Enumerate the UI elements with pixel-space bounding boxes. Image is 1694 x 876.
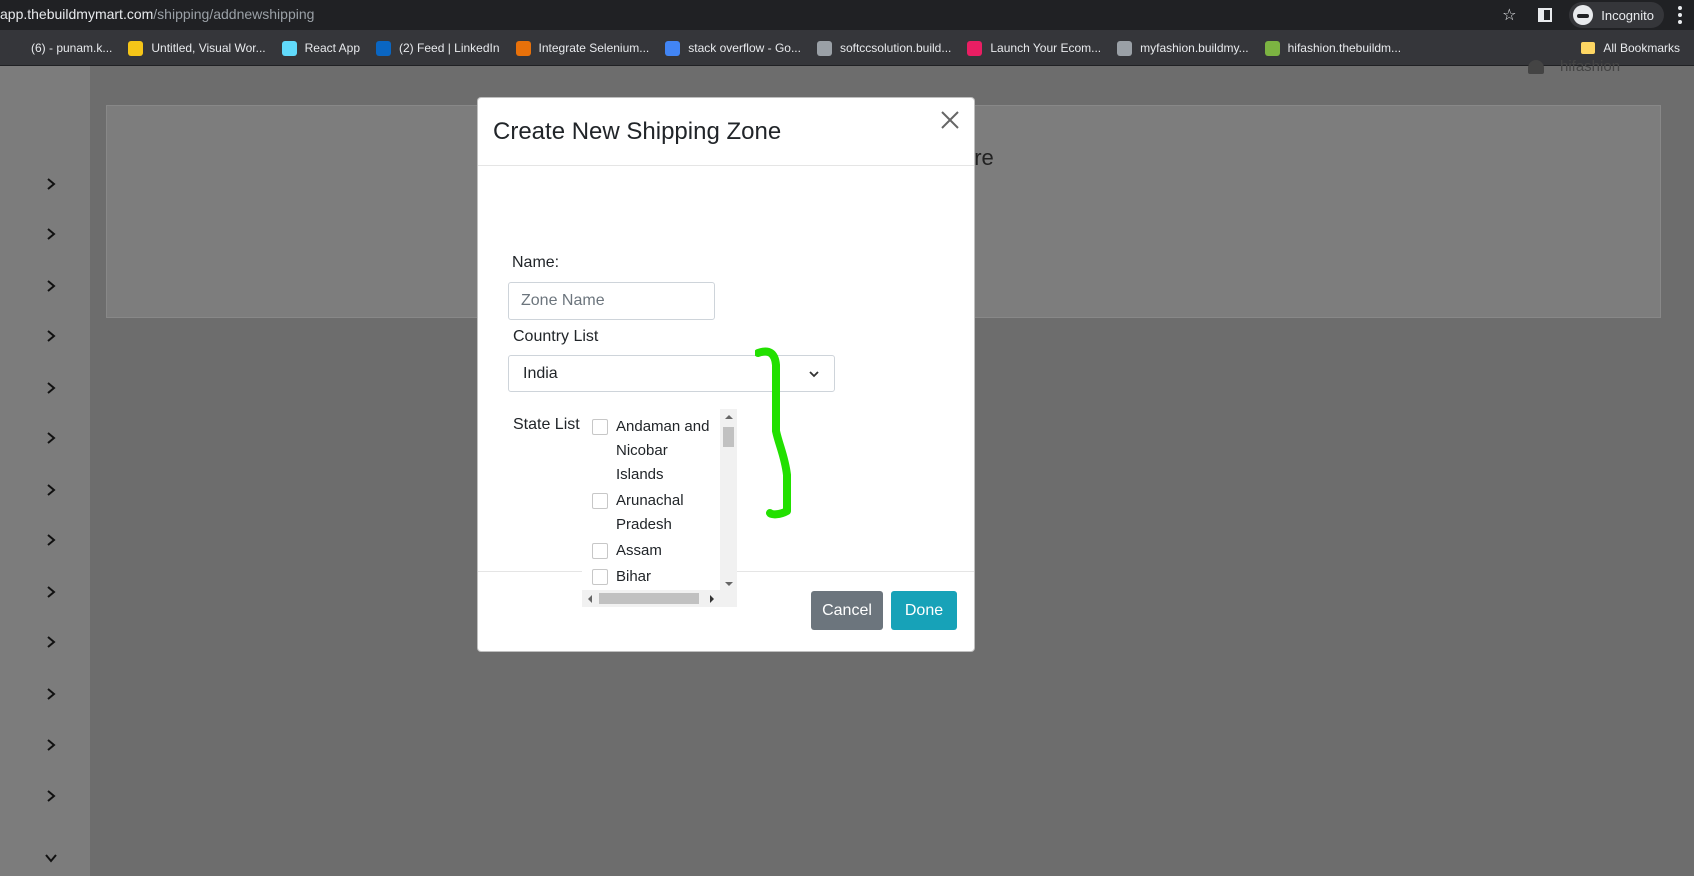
close-icon (941, 111, 959, 129)
chevron-right-icon[interactable] (40, 479, 62, 501)
state-checkbox[interactable] (592, 419, 608, 435)
chevron-right-icon[interactable] (40, 325, 62, 347)
browser-url-bar: app.thebuildmymart.com/shipping/addnewsh… (0, 0, 1694, 30)
create-shipping-zone-modal: Create New Shipping Zone Name: Country L… (477, 97, 975, 652)
modal-header: Create New Shipping Zone (478, 98, 974, 166)
state-list-label: State List (513, 416, 580, 433)
user-name: hifashion (1560, 58, 1621, 75)
bookmark-label: (6) - punam.k... (31, 41, 113, 55)
bookmark-favicon-icon (665, 40, 681, 56)
bookmark-item[interactable]: myfashion.buildmy... (1109, 40, 1257, 56)
vertical-scroll-thumb[interactable] (723, 427, 734, 447)
bookmark-favicon-icon (515, 40, 531, 56)
bookmark-item[interactable]: hifashion.thebuildm... (1257, 40, 1409, 56)
chevron-down-icon (809, 370, 819, 377)
close-button[interactable] (938, 108, 962, 132)
bookmark-label: React App (304, 41, 361, 55)
sidebar (0, 66, 90, 876)
bookmark-favicon-icon (128, 40, 144, 56)
bookmark-item[interactable]: (2) Feed | LinkedIn (368, 40, 508, 56)
modal-footer: Cancel Done (478, 572, 974, 651)
state-list-item: Assam (582, 539, 720, 563)
chevron-right-icon[interactable] (40, 377, 62, 399)
bookmark-label: stack overflow - Go... (688, 41, 801, 55)
bookmark-favicon-icon (1117, 40, 1133, 56)
incognito-icon (1573, 5, 1594, 25)
chevron-right-icon[interactable] (40, 631, 62, 653)
bookmark-label: hifashion.thebuildm... (1287, 41, 1402, 55)
bookmark-item[interactable]: (6) - punam.k... (0, 40, 120, 56)
zone-name-input[interactable] (508, 282, 715, 320)
bookmark-item[interactable]: Untitled, Visual Wor... (120, 40, 273, 56)
bookmark-favicon-icon (281, 40, 297, 56)
state-list-item: Andaman and Nicobar Islands (582, 415, 720, 487)
chevron-right-icon[interactable] (40, 427, 62, 449)
address-bar[interactable]: app.thebuildmymart.com/shipping/addnewsh… (0, 6, 314, 22)
chevron-right-icon[interactable] (40, 529, 62, 551)
bookmark-favicon-icon (376, 40, 392, 56)
chevron-right-icon[interactable] (40, 275, 62, 297)
modal-body: Name: Country List India State List Anda… (478, 166, 974, 607)
state-name: Andaman and Nicobar Islands (616, 418, 710, 483)
chevron-right-icon[interactable] (40, 581, 62, 603)
user-menu[interactable]: hifashion (1528, 58, 1620, 75)
state-list-item: Arunachal Pradesh (582, 489, 720, 537)
done-button[interactable]: Done (891, 591, 957, 630)
browser-menu-icon[interactable] (1678, 6, 1682, 24)
all-bookmarks-label: All Bookmarks (1603, 41, 1680, 55)
bookmark-label: myfashion.buildmy... (1140, 41, 1249, 55)
chevron-right-icon[interactable] (40, 734, 62, 756)
folder-icon (1581, 42, 1596, 54)
bookmark-item[interactable]: Launch Your Ecom... (959, 40, 1109, 56)
bookmark-item[interactable]: Integrate Selenium... (508, 40, 658, 56)
modal-title: Create New Shipping Zone (493, 118, 782, 145)
bookmark-item[interactable]: softccsolution.build... (809, 40, 959, 56)
country-list-label: Country List (513, 328, 599, 345)
user-icon (1528, 59, 1544, 74)
bookmark-favicon-icon (967, 40, 983, 56)
state-checkbox[interactable] (592, 493, 608, 509)
star-icon[interactable]: ☆ (1499, 5, 1519, 25)
bookmarks-bar: (6) - punam.k... Untitled, Visual Wor... R… (0, 30, 1694, 66)
incognito-label: Incognito (1601, 7, 1654, 23)
state-list: Andaman and Nicobar Islands Arunachal Pra… (582, 409, 720, 587)
vertical-scrollbar[interactable] (720, 409, 737, 590)
country-selected-value: India (523, 364, 558, 382)
state-name: Arunachal Pradesh (616, 492, 684, 533)
bookmark-item[interactable]: stack overflow - Go... (657, 40, 809, 56)
bookmark-label: (2) Feed | LinkedIn (399, 41, 500, 55)
incognito-indicator[interactable]: Incognito (1569, 2, 1664, 28)
chevron-right-icon[interactable] (40, 683, 62, 705)
bookmark-favicon-icon (8, 40, 23, 56)
side-panel-icon[interactable] (1535, 5, 1555, 25)
bookmark-label: Launch Your Ecom... (990, 41, 1102, 55)
scroll-up-icon[interactable] (725, 415, 733, 419)
annotation-bracket (755, 347, 791, 519)
chevron-right-icon[interactable] (40, 785, 62, 807)
bookmark-item[interactable]: React App (274, 40, 368, 56)
state-name: Assam (616, 542, 662, 559)
bookmark-favicon-icon (1264, 40, 1280, 56)
bookmark-label: Integrate Selenium... (538, 41, 650, 55)
bookmark-label: softccsolution.build... (839, 41, 952, 55)
name-label: Name: (512, 254, 560, 271)
cancel-button[interactable]: Cancel (811, 591, 883, 630)
state-checkbox[interactable] (592, 543, 608, 559)
chevron-down-icon[interactable] (40, 847, 62, 869)
bookmark-label: Untitled, Visual Wor... (151, 41, 266, 55)
chevron-right-icon[interactable] (40, 173, 62, 195)
url-path: /shipping/addnewshipping (153, 6, 315, 22)
bookmark-favicon-icon (816, 40, 832, 56)
chevron-right-icon[interactable] (40, 223, 62, 245)
url-host: app.thebuildmymart.com (0, 6, 154, 22)
